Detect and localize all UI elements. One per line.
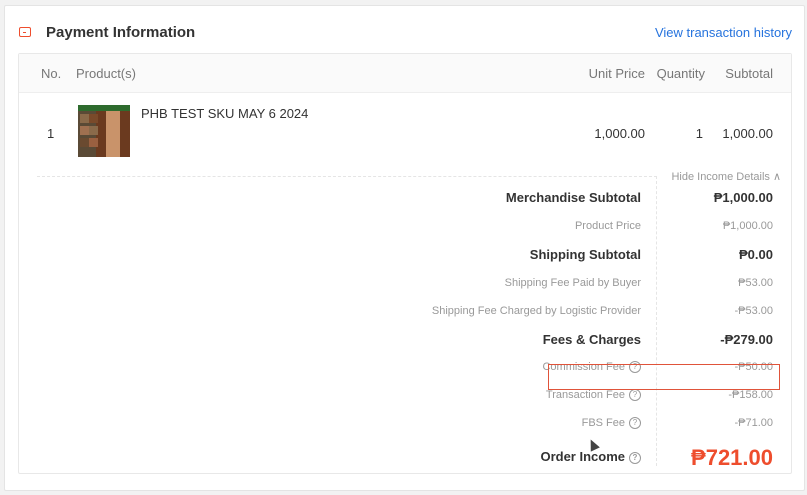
column-unit-price: Unit Price bbox=[588, 66, 645, 81]
row-number: 1 bbox=[47, 126, 55, 141]
column-subtotal: Subtotal bbox=[725, 66, 773, 81]
order-income-value: ₱721.00 bbox=[691, 445, 773, 470]
shipping-subtotal-value: ₱0.00 bbox=[739, 247, 773, 262]
product-price-label: Product Price bbox=[574, 220, 641, 232]
payment-card-icon bbox=[19, 27, 31, 37]
view-transaction-history-link[interactable]: View transaction history bbox=[655, 25, 792, 40]
fbs-fee-value: -₱71.00 bbox=[734, 417, 773, 429]
transaction-fee-label-wrap: Transaction Fee? bbox=[545, 389, 641, 402]
hide-income-details-toggle[interactable]: Hide Income Details ∧ bbox=[671, 170, 781, 183]
question-circle-icon[interactable]: ? bbox=[629, 417, 641, 430]
shipping-fee-buyer-label: Shipping Fee Paid by Buyer bbox=[504, 277, 641, 289]
product-quantity: 1 bbox=[695, 126, 703, 141]
fbs-fee-highlight-box bbox=[548, 364, 780, 390]
question-circle-icon[interactable]: ? bbox=[629, 451, 641, 464]
shipping-fee-logistic-label: Shipping Fee Charged by Logistic Provide… bbox=[431, 305, 641, 317]
table-row: 1 PHB TEST SKU MAY 6 2024 1,000.00 1 1,0… bbox=[19, 92, 791, 172]
column-product: Product(s) bbox=[76, 66, 136, 81]
column-quantity: Quantity bbox=[656, 66, 705, 81]
shipping-fee-logistic-value: -₱53.00 bbox=[734, 305, 773, 317]
product-subtotal: 1,000.00 bbox=[722, 126, 773, 141]
transaction-fee-label: Transaction Fee bbox=[545, 389, 625, 401]
merchandise-subtotal-label: Merchandise Subtotal bbox=[505, 190, 641, 205]
merchandise-subtotal-value: ₱1,000.00 bbox=[713, 190, 773, 205]
shipping-subtotal-label: Shipping Subtotal bbox=[529, 247, 641, 262]
fees-charges-value: -₱279.00 bbox=[720, 332, 773, 347]
divider bbox=[37, 176, 657, 177]
shipping-fee-buyer-value: ₱53.00 bbox=[738, 277, 773, 289]
divider-vertical bbox=[656, 176, 657, 466]
table-header: No. Product(s) Unit Price Quantity Subto… bbox=[19, 54, 791, 93]
product-thumbnail[interactable] bbox=[78, 105, 130, 157]
payment-table: No. Product(s) Unit Price Quantity Subto… bbox=[18, 53, 792, 474]
column-no: No. bbox=[41, 66, 62, 81]
fbs-fee-label: FBS Fee bbox=[581, 417, 625, 429]
fbs-fee-label-wrap: FBS Fee? bbox=[581, 417, 641, 430]
product-price-value: ₱1,000.00 bbox=[722, 220, 773, 232]
transaction-fee-value: -₱158.00 bbox=[728, 389, 773, 401]
fees-charges-label: Fees & Charges bbox=[542, 332, 641, 347]
card-header: Payment Information View transaction his… bbox=[5, 6, 804, 56]
product-unit-price: 1,000.00 bbox=[594, 126, 645, 141]
payment-information-card: Payment Information View transaction his… bbox=[4, 5, 805, 491]
card-title: Payment Information bbox=[46, 24, 196, 41]
order-income-label: Order Income bbox=[540, 449, 625, 464]
product-name[interactable]: PHB TEST SKU MAY 6 2024 bbox=[141, 106, 308, 121]
question-circle-icon[interactable]: ? bbox=[629, 389, 641, 402]
